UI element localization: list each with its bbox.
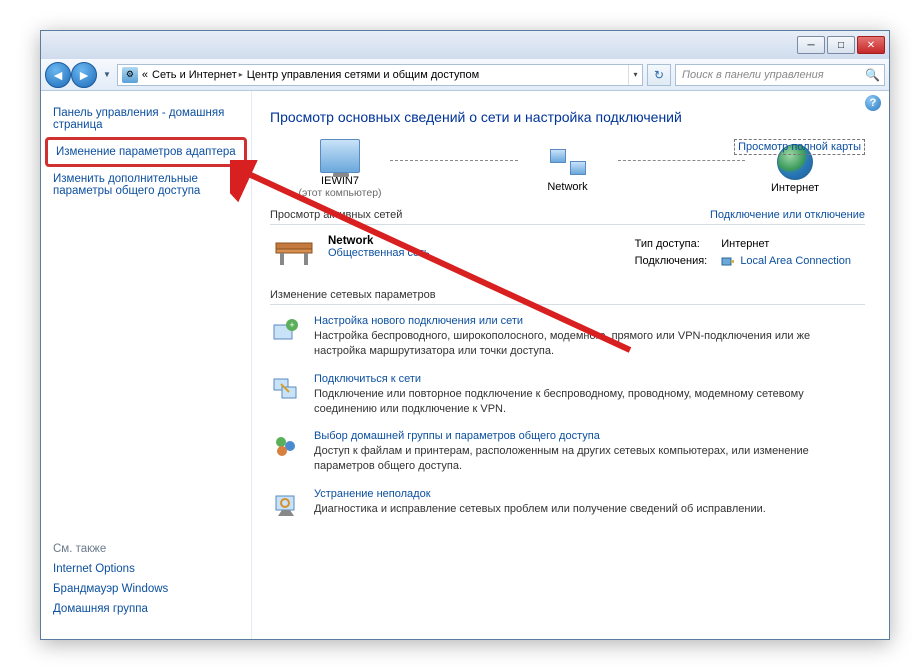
back-button[interactable]: ◄ [45,62,71,88]
setting-desc: Подключение или повторное подключение к … [314,387,865,417]
annotation-highlight: Изменение параметров адаптера [45,137,247,167]
topo-network: Network [498,145,638,193]
computer-icon [320,139,360,173]
main-heading: Просмотр основных сведений о сети и наст… [270,109,865,125]
sidebar-homegroup-link[interactable]: Домашняя группа [53,603,239,615]
troubleshoot-icon [270,488,302,520]
search-placeholder: Поиск в панели управления [682,69,824,81]
settings-header: Изменение сетевых параметров [270,289,865,305]
network-topology: IEWIN7 (этот компьютер) Network Интернет… [270,139,865,199]
setting-desc: Диагностика и исправление сетевых пробле… [314,502,766,517]
breadcrumb-seg2[interactable]: Центр управления сетями и общим доступом [247,69,479,81]
setting-title[interactable]: Устранение неполадок [314,488,766,500]
sidebar-home-link[interactable]: Панель управления - домашняя страница [53,107,239,131]
search-icon: 🔍 [865,68,880,82]
connect-disconnect-link[interactable]: Подключение или отключение [710,209,865,221]
setting-desc: Доступ к файлам и принтерам, расположенн… [314,444,865,474]
access-type-label: Тип доступа: [635,237,720,251]
address-dropdown[interactable]: ▾ [628,65,642,85]
content-area: ? Панель управления - домашняя страница … [41,91,889,639]
homegroup-icon [270,430,302,462]
new-connection-icon: + [270,315,302,347]
breadcrumb-prefix: « [142,69,148,81]
see-also-heading: См. также [53,543,239,555]
sidebar: Панель управления - домашняя страница Из… [41,91,251,639]
full-map-link[interactable]: Просмотр полной карты [734,139,865,155]
network-icon [548,145,588,179]
help-icon[interactable]: ? [865,95,881,111]
svg-text:+: + [289,320,294,330]
sidebar-adapter-link[interactable]: Изменение параметров адаптера [56,146,236,158]
network-name: Network [328,235,430,247]
bench-icon [270,235,318,271]
address-bar[interactable]: ⚙ « Сеть и Интернет▸ Центр управления се… [117,64,643,86]
maximize-button[interactable]: □ [827,36,855,54]
setting-connect-network: Подключиться к сети Подключение или повт… [270,373,865,417]
location-icon: ⚙ [122,67,138,83]
history-dropdown[interactable]: ▼ [101,70,113,79]
sidebar-firewall-link[interactable]: Брандмауэр Windows [53,583,239,595]
close-button[interactable]: ✕ [857,36,885,54]
refresh-button[interactable]: ↻ [647,64,671,86]
access-type-value: Интернет [721,237,863,251]
minimize-button[interactable]: ─ [797,36,825,54]
forward-button[interactable]: ► [71,62,97,88]
setting-title[interactable]: Настройка нового подключения или сети [314,315,865,327]
connect-network-icon [270,373,302,405]
setting-title[interactable]: Выбор домашней группы и параметров общег… [314,430,865,442]
sidebar-advanced-link[interactable]: Изменить дополнительные параметры общего… [53,173,239,197]
setting-troubleshoot: Устранение неполадок Диагностика и испра… [270,488,865,520]
topo-this-pc: IEWIN7 (этот компьютер) [270,139,410,199]
setting-new-connection: + Настройка нового подключения или сети … [270,315,865,359]
network-type-link[interactable]: Общественная сеть [328,247,430,259]
settings-list: + Настройка нового подключения или сети … [270,315,865,520]
search-input[interactable]: Поиск в панели управления 🔍 [675,64,885,86]
connection-link[interactable]: Local Area Connection [740,255,851,267]
titlebar: ─ □ ✕ [41,31,889,59]
connections-label: Подключения: [635,253,720,269]
setting-desc: Настройка беспроводного, широкополосного… [314,329,865,359]
setting-homegroup: Выбор домашней группы и параметров общег… [270,430,865,474]
navbar: ◄ ► ▼ ⚙ « Сеть и Интернет▸ Центр управле… [41,59,889,91]
sidebar-internet-options-link[interactable]: Internet Options [53,563,239,575]
window-frame: ─ □ ✕ ◄ ► ▼ ⚙ « Сеть и Интернет▸ Центр у… [40,30,890,640]
nic-icon [721,254,735,268]
active-networks-header: Просмотр активных сетей Подключение или … [270,209,865,225]
breadcrumb-seg1[interactable]: Сеть и Интернет▸ [152,69,243,81]
setting-title[interactable]: Подключиться к сети [314,373,865,385]
main-panel: Просмотр основных сведений о сети и наст… [251,91,889,639]
active-network-row: Network Общественная сеть Тип доступа: И… [270,235,865,271]
